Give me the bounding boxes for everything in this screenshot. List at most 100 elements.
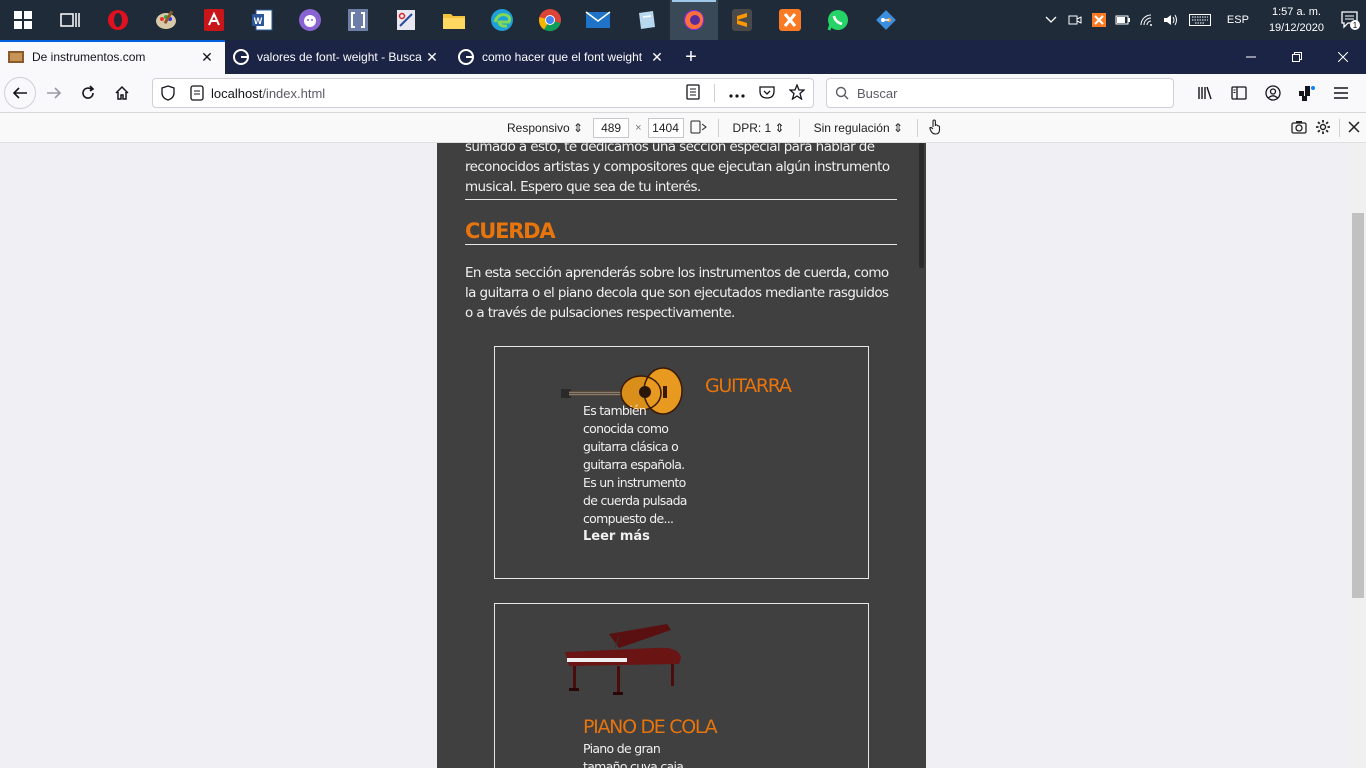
navigation-toolbar: localhost/index.html Buscar	[0, 74, 1366, 113]
edge-icon[interactable]	[478, 0, 526, 40]
section-title-cuerda: CUERDA	[465, 219, 556, 243]
wifi-icon[interactable]	[1135, 0, 1159, 40]
battery-icon[interactable]	[1111, 0, 1135, 40]
xampp-icon[interactable]	[766, 0, 814, 40]
restore-icon[interactable]	[1274, 40, 1320, 74]
viewport-width-input[interactable]: 489	[593, 118, 630, 138]
card-title: PIANO DE COLA	[583, 716, 718, 738]
network-throttling-selector[interactable]: Sin regulación ⇕	[810, 121, 907, 135]
card-title: GUITARRA	[705, 375, 792, 397]
read-more-link[interactable]: Leer más	[583, 529, 650, 544]
tab-label: valores de font- weight - Buscar con Goo…	[257, 50, 422, 64]
sublime-text-icon[interactable]	[718, 0, 766, 40]
more-actions-icon[interactable]	[729, 86, 745, 101]
page-content: sumado a esto, te dedicamos una sección …	[437, 143, 926, 768]
page-scrollbar-thumb[interactable]	[919, 143, 924, 268]
opera-icon[interactable]	[94, 0, 142, 40]
tab-google-search-1[interactable]: valores de font- weight - Buscar con Goo…	[225, 40, 450, 74]
mail-icon[interactable]	[574, 0, 622, 40]
sticky-notes-icon[interactable]	[622, 0, 670, 40]
grand-piano-image	[565, 624, 681, 695]
back-arrow-icon[interactable]	[4, 77, 36, 109]
reader-view-icon[interactable]	[686, 83, 700, 103]
xampp-tray-icon[interactable]	[1087, 0, 1111, 40]
windows-start-button[interactable]	[0, 0, 46, 40]
chevron-up-icon[interactable]	[1039, 0, 1063, 40]
responsive-design-toolbar: Responsivo ⇕ 489 × 1404 DPR: 1 ⇕ Sin reg…	[0, 113, 1366, 143]
dpr-selector[interactable]: DPR: 1 ⇕	[729, 121, 789, 135]
hamburger-menu-icon[interactable]	[1325, 77, 1357, 109]
clock-time: 1:57 a. m.	[1272, 6, 1321, 18]
keyboard-icon[interactable]	[1183, 0, 1217, 40]
viewport-height-input[interactable]: 1404	[647, 118, 684, 138]
task-view-icon[interactable]	[46, 0, 94, 40]
paint-icon[interactable]	[142, 0, 190, 40]
acrobat-icon[interactable]	[190, 0, 238, 40]
volume-icon[interactable]	[1159, 0, 1183, 40]
divider	[465, 199, 897, 200]
section-description: En esta sección aprenderás sobre los ins…	[465, 265, 889, 321]
git-icon[interactable]	[862, 0, 910, 40]
whatsapp-icon[interactable]	[814, 0, 862, 40]
search-bar[interactable]: Buscar	[826, 78, 1174, 108]
settings-gear-icon[interactable]	[1315, 119, 1331, 138]
browser-tab-bar: De instrumentos.com ✕ valores de font- w…	[0, 40, 1366, 74]
google-icon	[233, 49, 249, 65]
snipping-tool-icon[interactable]	[382, 0, 430, 40]
minimize-icon[interactable]	[1228, 40, 1274, 74]
meet-now-icon[interactable]	[1063, 0, 1087, 40]
home-icon[interactable]	[106, 77, 138, 109]
library-icon[interactable]	[1189, 77, 1221, 109]
window-controls	[1228, 40, 1366, 74]
chrome-icon[interactable]	[526, 0, 574, 40]
close-tab-icon[interactable]: ✕	[422, 49, 442, 66]
close-tab-icon[interactable]: ✕	[197, 49, 217, 66]
intro-paragraph: sumado a esto, te dedicamos una sección …	[465, 143, 890, 195]
clock-date: 19/12/2020	[1268, 22, 1324, 34]
tab-google-search-2[interactable]: como hacer que el font weight ✕	[450, 40, 675, 74]
windows-taskbar: W ESP 1:57 a. m. 19/12/2020 1	[0, 0, 1366, 40]
svg-text:W: W	[254, 16, 263, 26]
page-info-icon[interactable]	[183, 85, 211, 101]
github-desktop-icon[interactable]	[286, 0, 334, 40]
clock[interactable]: 1:57 a. m. 19/12/2020	[1259, 4, 1334, 36]
scrollbar-thumb[interactable]	[1352, 213, 1364, 598]
screenshot-camera-icon[interactable]	[1291, 120, 1307, 137]
tab-de-instrumentos[interactable]: De instrumentos.com ✕	[0, 40, 225, 74]
browser-scrollbar[interactable]	[1350, 143, 1366, 768]
system-tray: ESP 1:57 a. m. 19/12/2020 1	[1039, 0, 1366, 40]
search-icon	[827, 86, 857, 100]
touch-simulation-icon[interactable]	[928, 118, 942, 138]
tab-label: De instrumentos.com	[32, 50, 146, 64]
close-tab-icon[interactable]: ✕	[647, 49, 667, 66]
notification-center-button[interactable]: 1	[1334, 0, 1366, 40]
shield-icon[interactable]	[153, 85, 183, 101]
url-path: /index.html	[262, 85, 326, 101]
instrument-card-piano-de-cola: PIANO DE COLA Piano de gran tamaño cuya …	[494, 603, 869, 768]
extensions-icon[interactable]	[1291, 77, 1323, 109]
forward-arrow-icon[interactable]	[38, 77, 70, 109]
device-selector[interactable]: Responsivo ⇕	[503, 121, 587, 135]
dimension-separator: ×	[635, 122, 642, 134]
pocket-icon[interactable]	[759, 85, 775, 102]
close-window-icon[interactable]	[1320, 40, 1366, 74]
bookmark-star-icon[interactable]	[788, 82, 806, 103]
rotate-viewport-icon[interactable]	[690, 120, 708, 137]
account-icon[interactable]	[1257, 77, 1289, 109]
new-tab-button[interactable]: +	[675, 40, 707, 74]
tab-label: como hacer que el font weight	[482, 50, 643, 64]
close-responsive-mode-icon[interactable]	[1348, 120, 1360, 136]
url-host: localhost	[211, 85, 263, 101]
file-explorer-icon[interactable]	[430, 0, 478, 40]
word-icon[interactable]: W	[238, 0, 286, 40]
card-description: Piano de gran tamaño cuya caja	[583, 741, 684, 768]
site-favicon-icon	[8, 51, 24, 63]
firefox-icon[interactable]	[670, 0, 718, 40]
reload-icon[interactable]	[72, 77, 104, 109]
url-bar[interactable]: localhost/index.html	[152, 78, 814, 108]
card-description: Es también conocida como guitarra clásic…	[583, 403, 687, 526]
brackets-icon[interactable]	[334, 0, 382, 40]
notification-count: 1	[1353, 21, 1358, 30]
sidebar-icon[interactable]	[1223, 77, 1255, 109]
language-indicator[interactable]: ESP	[1217, 14, 1259, 26]
